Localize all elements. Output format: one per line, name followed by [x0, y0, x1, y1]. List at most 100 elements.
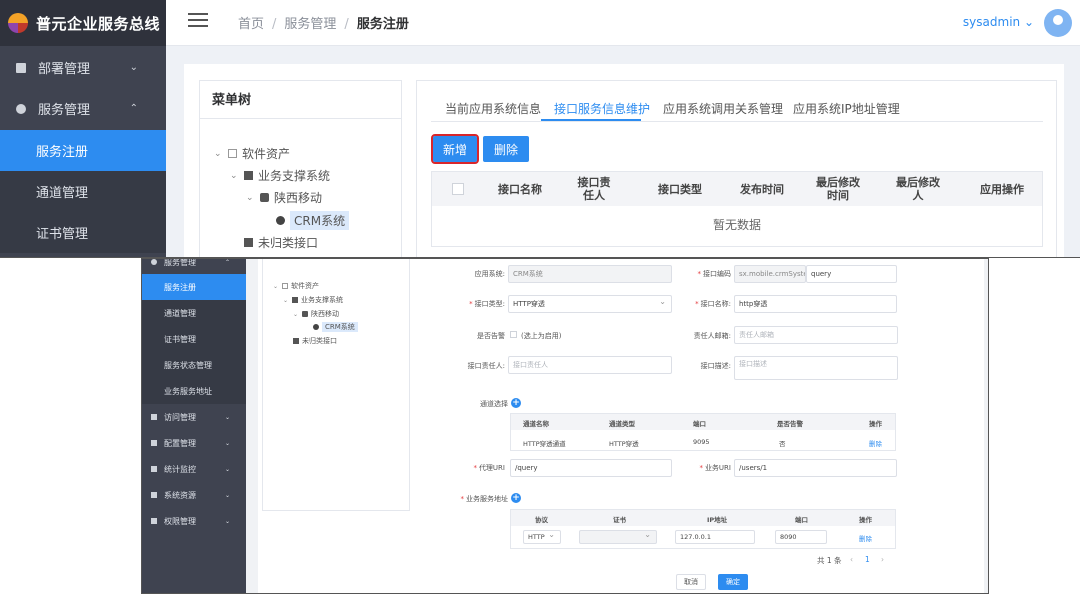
tree-node-unclassified[interactable]: 未归类接口 [293, 336, 337, 346]
tree-node-label: CRM系统 [322, 322, 358, 332]
windows-icon [292, 297, 299, 303]
app-logo: 普元企业服务总线 [0, 0, 166, 46]
sidebar-label: 访问管理 [164, 412, 196, 422]
cube-icon [302, 311, 309, 317]
sidebar-item-channel[interactable]: 通道管理 [142, 300, 246, 326]
protocol-select[interactable]: HTTP [523, 530, 561, 544]
tree-node-software-assets[interactable]: ⌄ 软件资产 [273, 281, 319, 291]
header: 首页 / 服务管理 / 服务注册 sysadmin ⌄ [166, 0, 1080, 46]
chevron-down-icon[interactable]: ⌄ [273, 283, 278, 290]
tree-node-unclassified[interactable]: 未归类接口 [244, 234, 318, 251]
sidebar-item-channel[interactable]: 通道管理 [0, 171, 166, 212]
sidebar-group-config[interactable]: 配置管理 ⌄ [142, 430, 246, 456]
proxy-uri-input[interactable]: /query [510, 459, 672, 477]
chevron-up-icon: ⌃ [129, 103, 138, 114]
delete-channel-link[interactable]: 删除 [869, 438, 882, 448]
menu-tree: ⌄ 软件资产 ⌄ 业务支撑系统 ⌄ 陕西移动 CRM系统 未归类接口 [262, 259, 410, 511]
label-text: 接口类型: [474, 300, 505, 308]
sidebar-item-service-register[interactable]: 服务注册 [0, 130, 166, 171]
owner-input[interactable]: 接口责任人 [508, 356, 672, 374]
chevron-down-icon: ⌄ [224, 465, 230, 473]
sidebar-group-access[interactable]: 访问管理 ⌄ [142, 404, 246, 430]
port-input[interactable]: 8090 [775, 530, 827, 544]
breadcrumb-home[interactable]: 首页 [238, 17, 264, 32]
chevron-down-icon[interactable]: ⌄ [214, 149, 222, 159]
sidebar-group-permission[interactable]: 权限管理 ⌄ [142, 508, 246, 534]
chevron-down-icon[interactable]: ⌄ [246, 193, 254, 203]
tree-node-crm[interactable]: CRM系统 [276, 211, 350, 230]
proxy-uri-label: * 代理URI [473, 464, 505, 472]
pager-total: 共 1 条 [817, 556, 842, 565]
sidebar-item-service-address[interactable]: 业务服务地址 [142, 378, 246, 404]
user-menu[interactable]: sysadmin ⌄ [963, 15, 1034, 29]
windows-icon [244, 238, 253, 247]
tree-node-business-support[interactable]: ⌄ 业务支撑系统 [283, 295, 343, 305]
sidebar-item-service-status[interactable]: 服务状态管理 [142, 352, 246, 378]
pager-next-icon[interactable]: › [881, 555, 884, 564]
chevron-down-icon[interactable]: ⌄ [230, 171, 238, 181]
tree-node-business-support[interactable]: ⌄ 业务支撑系统 [230, 167, 330, 184]
pager-prev-icon[interactable]: ‹ [850, 555, 853, 564]
table-header: 接口名称 接口责任人 接口类型 发布时间 最后修改时间 最后修改人 应用操作 [432, 172, 1042, 206]
select-all-checkbox[interactable] [452, 183, 464, 195]
tree-node-label: 软件资产 [291, 282, 320, 290]
tab-ip-management[interactable]: 应用系统IP地址管理 [793, 100, 900, 117]
delete-address-link[interactable]: 删除 [859, 533, 872, 543]
table-cell: 9095 [693, 438, 710, 446]
add-button[interactable]: 新增 [431, 134, 479, 164]
label-text: 接口编码 [703, 270, 731, 278]
app-system-field: CRM系统 [508, 265, 672, 283]
chevron-down-icon[interactable]: ⌄ [293, 311, 298, 318]
tree-node-crm[interactable]: CRM系统 [313, 322, 358, 332]
sidebar-item-service-register[interactable]: 服务注册 [142, 274, 246, 300]
label-text: 接口名称: [700, 300, 731, 308]
add-address-icon[interactable]: + [511, 493, 521, 503]
folder-icon [228, 149, 237, 158]
chevron-down-icon[interactable]: ⌄ [283, 297, 288, 304]
interface-name-input[interactable]: http穿透 [734, 295, 897, 313]
tree-node-software-assets[interactable]: ⌄ 软件资产 [214, 145, 290, 162]
ip-input[interactable]: 127.0.0.1 [675, 530, 755, 544]
interface-code-input[interactable]: query [806, 265, 897, 283]
confirm-button[interactable]: 确定 [718, 574, 748, 590]
sidebar-group-monitor[interactable]: 统计监控 ⌄ [142, 456, 246, 482]
logo-icon [8, 13, 28, 33]
table-cell: HTTP穿透通道 [523, 440, 566, 448]
app-system-label: 应用系统: [474, 270, 505, 278]
sidebar-item-cert[interactable]: 证书管理 [142, 326, 246, 352]
tab-call-relations[interactable]: 应用系统调用关系管理 [663, 100, 783, 117]
gear-icon [313, 324, 319, 330]
breadcrumb-service[interactable]: 服务管理 [284, 17, 336, 32]
column-header: 应用操作 [980, 183, 1024, 196]
add-channel-icon[interactable]: + [511, 398, 521, 408]
column-header: 操作 [859, 516, 872, 524]
address-table: 协议 证书 IP地址 端口 操作 HTTP 127.0.0.1 8090 删除 [510, 509, 896, 549]
sidebar-group-service[interactable]: 服务管理 ⌃ [142, 259, 246, 275]
chevron-down-icon: ⌄ [224, 413, 230, 421]
business-uri-label: * 业务URI [699, 464, 731, 472]
bottom-screenshot: 服务管理 ⌃ 服务注册 通道管理 证书管理 服务状态管理 业务服务地址 访问管理… [141, 258, 989, 594]
folder-icon [282, 283, 289, 289]
alert-checkbox[interactable] [510, 331, 517, 338]
tab-current-app[interactable]: 当前应用系统信息 [445, 100, 541, 117]
sidebar-group-service[interactable]: 服务管理 ⌃ [0, 88, 166, 129]
sidebar-group-resources[interactable]: 系统资源 ⌄ [142, 482, 246, 508]
delete-button[interactable]: 删除 [483, 136, 529, 162]
owner-email-input[interactable]: 责任人邮箱 [734, 326, 898, 344]
sidebar-item-cert[interactable]: 证书管理 [0, 212, 166, 253]
tree-node-shaanxi-mobile[interactable]: ⌄ 陕西移动 [246, 189, 322, 206]
breadcrumb-sep: / [344, 17, 349, 32]
pager-page[interactable]: 1 [865, 555, 870, 564]
sidebar-group-label: 服务管理 [38, 103, 91, 118]
cancel-button[interactable]: 取消 [676, 574, 706, 590]
description-textarea[interactable]: 接口描述 [734, 356, 898, 380]
interface-type-select[interactable]: HTTP穿透 [508, 295, 672, 313]
tree-node-shaanxi-mobile[interactable]: ⌄ 陕西移动 [293, 309, 339, 319]
avatar[interactable] [1044, 9, 1072, 37]
menu-toggle-icon[interactable] [188, 13, 208, 27]
tab-interface-maintenance[interactable]: 接口服务信息维护 [554, 100, 650, 117]
chevron-down-icon: ⌄ [224, 491, 230, 499]
sidebar-group-deploy[interactable]: 部署管理 ⌄ [0, 47, 166, 88]
business-uri-input[interactable]: /users/1 [734, 459, 897, 477]
tab-active-indicator [541, 119, 641, 121]
